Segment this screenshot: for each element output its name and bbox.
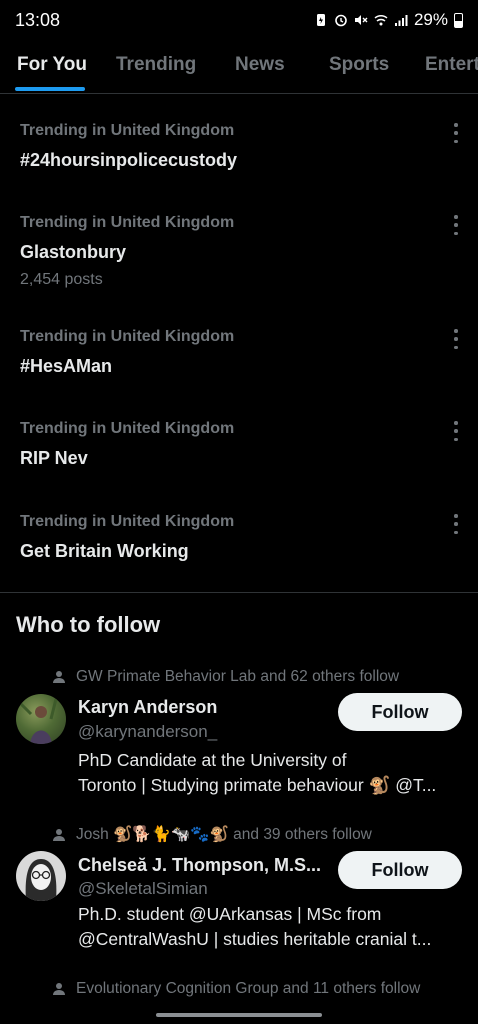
alarm-icon xyxy=(334,13,348,27)
trend-item[interactable]: Trending in United Kingdom Glastonbury 2… xyxy=(0,204,478,318)
avatar[interactable] xyxy=(16,851,66,901)
more-options-icon[interactable] xyxy=(452,123,460,143)
user-bio-line: Toronto | Studying primate behaviour 🐒 @… xyxy=(78,775,437,795)
user-name[interactable]: Karyn Anderson xyxy=(78,697,217,718)
social-context-text: Josh 🐒🐕🐈🐄🐾🐒 and 39 others follow xyxy=(76,826,372,843)
user-bio: Ph.D. student @UArkansas | MSc from @Cen… xyxy=(78,902,468,952)
user-name[interactable]: Chelseă J. Thompson, M.S... xyxy=(78,855,321,876)
more-options-icon[interactable] xyxy=(452,514,460,534)
user-bio-line: @CentralWashU | studies heritable crania… xyxy=(78,929,432,949)
person-icon xyxy=(52,828,66,842)
more-options-icon[interactable] xyxy=(452,329,460,349)
user-handle[interactable]: @SkeletalSimian xyxy=(78,879,208,899)
trend-post-count: 2,454 posts xyxy=(20,271,103,288)
trend-context: Trending in United Kingdom xyxy=(20,513,235,530)
social-context-text: GW Primate Behavior Lab and 62 others fo… xyxy=(76,668,400,685)
trend-context: Trending in United Kingdom xyxy=(20,122,235,139)
tab-for-you[interactable]: For You xyxy=(17,54,87,76)
tab-entertainment[interactable]: Entert xyxy=(425,54,478,76)
social-context: Josh 🐒🐕🐈🐄🐾🐒 and 39 others follow xyxy=(52,825,372,844)
section-divider xyxy=(0,592,478,593)
user-bio-line: Ph.D. student @UArkansas | MSc from xyxy=(78,904,382,924)
trend-item[interactable]: Trending in United Kingdom #HesAMan xyxy=(0,318,478,410)
screen: 13:08 29% For You Trending News Sports E… xyxy=(0,0,478,1024)
trend-name: #HesAMan xyxy=(20,356,113,376)
avatar[interactable] xyxy=(16,694,66,744)
person-icon xyxy=(52,982,66,996)
trend-name: RIP Nev xyxy=(20,448,88,468)
trend-name: Glastonbury xyxy=(20,242,127,262)
status-bar: 13:08 29% xyxy=(0,0,478,42)
battery-percent: 29% xyxy=(413,10,448,29)
battery-icon xyxy=(454,12,463,28)
mute-icon xyxy=(354,13,368,27)
trend-context: Trending in United Kingdom xyxy=(20,328,235,345)
status-icons: 29% xyxy=(314,10,463,30)
follow-button[interactable]: Follow xyxy=(338,851,462,889)
user-handle[interactable]: @karynanderson_ xyxy=(78,722,217,742)
trend-item[interactable]: Trending in United Kingdom Get Britain W… xyxy=(0,503,478,593)
status-time: 13:08 xyxy=(15,10,61,30)
wifi-icon xyxy=(374,13,388,27)
tab-trending[interactable]: Trending xyxy=(116,54,196,76)
social-context: GW Primate Behavior Lab and 62 others fo… xyxy=(52,668,399,686)
more-options-icon[interactable] xyxy=(452,215,460,235)
tab-sports[interactable]: Sports xyxy=(329,54,389,76)
who-to-follow-title: Who to follow xyxy=(16,612,161,637)
trend-item[interactable]: Trending in United Kingdom RIP Nev xyxy=(0,410,478,502)
trend-name: Get Britain Working xyxy=(20,541,189,561)
trend-context: Trending in United Kingdom xyxy=(20,420,235,437)
home-indicator[interactable] xyxy=(156,1013,322,1017)
user-bio-line: PhD Candidate at the University of xyxy=(78,750,347,770)
social-context: Evolutionary Cognition Group and 11 othe… xyxy=(52,980,420,998)
more-options-icon[interactable] xyxy=(452,421,460,441)
person-icon xyxy=(52,670,66,684)
trend-name: #24hoursinpolicecustody xyxy=(20,150,238,170)
follow-button[interactable]: Follow xyxy=(338,693,462,731)
social-context-text: Evolutionary Cognition Group and 11 othe… xyxy=(76,980,421,997)
signal-icon xyxy=(394,13,408,27)
trend-context: Trending in United Kingdom xyxy=(20,214,235,231)
trend-item[interactable]: Trending in United Kingdom #24hoursinpol… xyxy=(0,112,478,204)
battery-saver-icon xyxy=(314,13,328,27)
tab-news[interactable]: News xyxy=(235,54,285,76)
user-bio: PhD Candidate at the University of Toron… xyxy=(78,748,468,798)
active-tab-indicator xyxy=(15,87,85,91)
